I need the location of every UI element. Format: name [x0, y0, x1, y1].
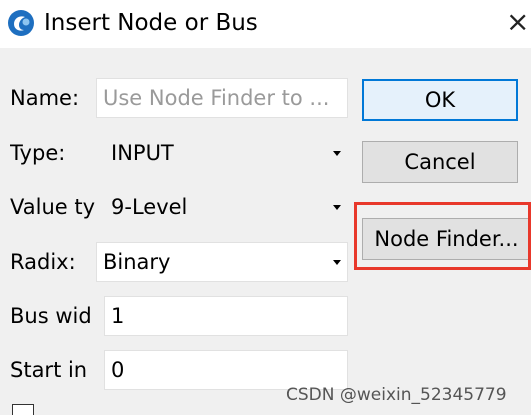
ok-button[interactable]: OK — [362, 79, 518, 121]
cancel-button[interactable]: Cancel — [362, 141, 518, 183]
type-select-value: INPUT — [111, 141, 174, 165]
highlight-annotation — [354, 202, 531, 270]
window-title: Insert Node or Bus — [44, 10, 258, 36]
chevron-down-icon — [333, 151, 341, 156]
bus-width-label: Bus wid — [10, 304, 92, 328]
watermark: CSDN @weixin_52345779 — [286, 385, 507, 405]
checkbox[interactable] — [12, 404, 34, 415]
radix-label: Radix: — [10, 250, 76, 274]
close-icon[interactable]: × — [506, 6, 531, 38]
type-label: Type: — [10, 141, 66, 165]
start-index-label: Start in — [10, 358, 88, 382]
chevron-down-icon — [333, 205, 341, 210]
bus-width-input[interactable]: 1 — [104, 296, 348, 336]
name-label: Name: — [10, 86, 80, 110]
radix-select[interactable]: Binary — [96, 242, 348, 282]
chevron-down-icon — [333, 260, 341, 265]
title-bar: Insert Node or Bus × — [0, 0, 531, 48]
value-type-select[interactable]: 9-Level — [104, 187, 348, 227]
type-select[interactable]: INPUT — [104, 133, 348, 173]
app-icon — [8, 10, 34, 36]
value-type-label: Value ty — [10, 195, 96, 219]
radix-select-value: Binary — [103, 250, 171, 274]
name-input[interactable]: Use Node Finder to ... — [96, 78, 348, 118]
value-type-select-value: 9-Level — [111, 195, 188, 219]
